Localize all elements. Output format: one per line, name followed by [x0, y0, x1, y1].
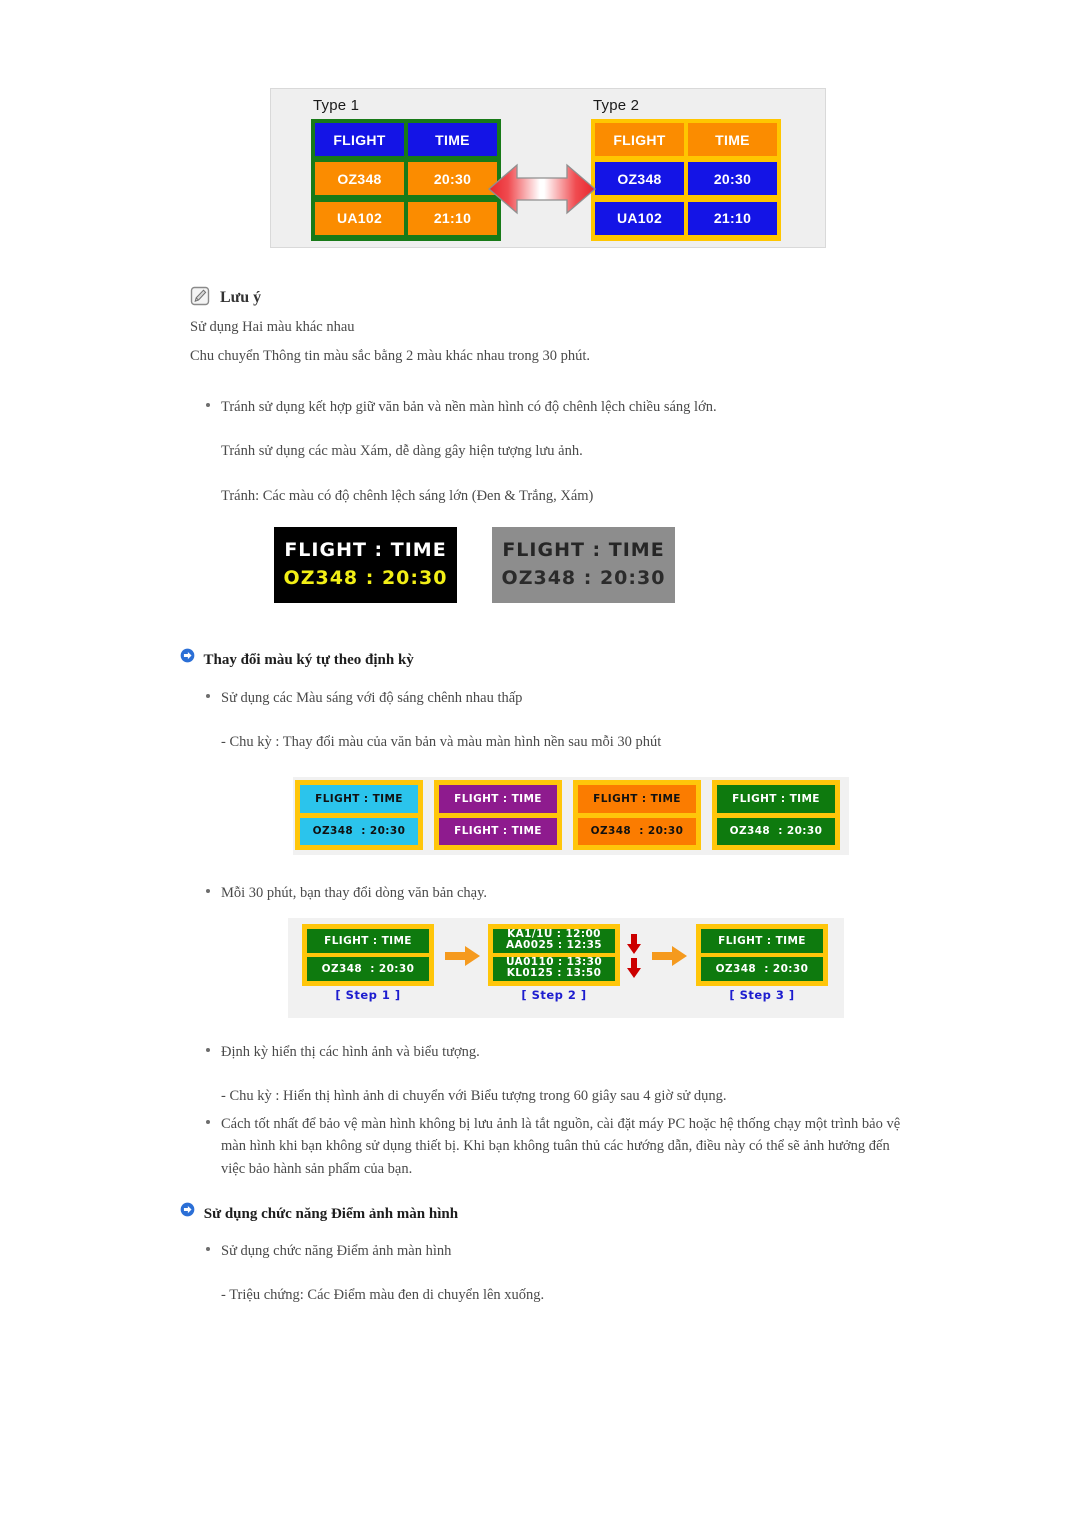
green-panel: FLIGHT : TIME OZ348 : 20:30: [712, 780, 840, 850]
type1-cell: 20:30: [408, 162, 497, 196]
section-periodic-head-row: Thay đổi màu ký tự theo định kỳ: [180, 648, 414, 669]
green-panel-line2: OZ348 : 20:30: [717, 817, 835, 845]
step2-line2-bottom: KL0125 : 13:50: [506, 967, 602, 979]
pixel-bullet-1-text: Sử dụng chức năng Điểm ảnh màn hình: [221, 1243, 452, 1259]
periodic-bullet-3-line: Định kỳ hiển thị các hình ảnh và biểu tư…: [206, 1041, 946, 1063]
step2-line2: UA0110 : 13:30 KL0125 : 13:50: [493, 957, 615, 981]
bullet-dot-icon: [206, 1048, 210, 1052]
step1-caption: [ Step 1 ]: [335, 988, 401, 1002]
type2-cell: FLIGHT: [595, 123, 684, 156]
red-down-arrows-icon: [627, 934, 641, 978]
orange-panel: FLIGHT : TIME OZ348 : 20:30: [573, 780, 701, 850]
step2-caption: [ Step 2 ]: [521, 988, 587, 1002]
gray-panel-line2: OZ348 : 20:30: [501, 567, 666, 589]
type1-cell: FLIGHT: [315, 123, 404, 156]
blue-arrow-bullet-icon: [180, 648, 195, 663]
orange-panel-line1: FLIGHT : TIME: [578, 785, 696, 813]
gray-panel: FLIGHT : TIME OZ348 : 20:30: [492, 527, 675, 603]
section-periodic-title: Thay đổi màu ký tự theo định kỳ: [203, 652, 414, 668]
avoid-bullet-row: Tránh sử dụng kết hợp giữ văn bản và nền…: [206, 396, 966, 418]
bullet-dot-icon: [206, 1120, 210, 1124]
black-panel: FLIGHT : TIME OZ348 : 20:30: [274, 527, 457, 603]
type2-board: FLIGHT TIME OZ348 20:30 UA102 21:10: [591, 119, 781, 241]
step2-line1-bottom: AA0025 : 12:35: [505, 939, 602, 951]
type1-label: Type 1: [313, 97, 360, 114]
cyan-panel: FLIGHT : TIME OZ348 : 20:30: [295, 780, 423, 850]
avoid-bullet-text: Tránh sử dụng kết hợp giữ văn bản và nền…: [221, 399, 717, 415]
green-panel-line1: FLIGHT : TIME: [717, 785, 835, 813]
note-title-row: Lưu ý: [190, 286, 590, 307]
periodic-bullet-4-line: Cách tốt nhất để bảo vệ màn hình không b…: [206, 1113, 912, 1180]
pixel-bullet-1-line: Sử dụng chức năng Điểm ảnh màn hình: [206, 1240, 966, 1262]
note-line-1: Sử dụng Hai màu khác nhau: [190, 319, 355, 335]
black-panel-line2: OZ348 : 20:30: [283, 567, 448, 589]
step3-caption: [ Step 3 ]: [729, 988, 795, 1002]
periodic-bullet-1-text: Sử dụng các Màu sáng với độ sáng chênh n…: [221, 690, 523, 706]
periodic-bullet-3-row: Định kỳ hiển thị các hình ảnh và biểu tư…: [206, 1041, 946, 1108]
avoid-section: Tránh sử dụng kết hợp giữ văn bản và nền…: [206, 396, 966, 507]
type1-cell: TIME: [408, 123, 497, 156]
periodic-bullet-2-line: Mỗi 30 phút, bạn thay đổi dòng văn bản c…: [206, 882, 966, 904]
type2-cell: 20:30: [688, 162, 777, 196]
type1-cell: OZ348: [315, 162, 404, 196]
double-arrow-red-icon: [488, 163, 596, 215]
note-block: Lưu ý Sử dụng Hai màu khác nhau Chu chuy…: [190, 286, 590, 368]
note-line-2: Chu chuyển Thông tin màu sắc bằng 2 màu …: [190, 348, 591, 365]
type2-cell: OZ348: [595, 162, 684, 196]
orange-arrow-right-icon-1: [445, 946, 480, 966]
periodic-bullet-2-row: Mỗi 30 phút, bạn thay đổi dòng văn bản c…: [206, 882, 966, 904]
note-pencil-icon: [190, 286, 210, 306]
purple-panel-line1: FLIGHT : TIME: [439, 785, 557, 813]
type1-board: FLIGHT TIME OZ348 20:30 UA102 21:10: [311, 119, 501, 241]
step3-board: FLIGHT : TIME OZ348 : 20:30: [696, 924, 828, 986]
step1-line1: FLIGHT : TIME: [307, 929, 429, 953]
purple-panel-line2: FLIGHT : TIME: [439, 817, 557, 845]
section-pixel-head-row: Sử dụng chức năng Điểm ảnh màn hình: [180, 1202, 458, 1223]
bullet-dot-icon: [206, 1247, 210, 1251]
manual-page: Type 1 Type 2 FLIGHT TIME OZ348 20:30 UA…: [0, 0, 1080, 1527]
pixel-bullet-1-row: Sử dụng chức năng Điểm ảnh màn hình - Tr…: [206, 1240, 966, 1307]
pixel-sub-1: - Triệu chứng: Các Điểm màu đen di chuyể…: [221, 1287, 545, 1304]
periodic-bullet-3-text: Định kỳ hiển thị các hình ảnh và biểu tư…: [221, 1044, 480, 1060]
cyan-panel-line1: FLIGHT : TIME: [300, 785, 418, 813]
step3-line2: OZ348 : 20:30: [701, 957, 823, 981]
type1-cell: UA102: [315, 201, 404, 235]
periodic-bullet-2-text: Mỗi 30 phút, bạn thay đổi dòng văn bản c…: [221, 885, 488, 901]
bullet-dot-icon: [206, 403, 210, 407]
step2-line1: KA1/1U : 12:00 AA0025 : 12:35: [493, 929, 615, 953]
avoid-sub-1: Tránh sử dụng các màu Xám, dễ dàng gây h…: [221, 443, 583, 460]
section-pixel-title: Sử dụng chức năng Điểm ảnh màn hình: [203, 1206, 459, 1222]
section-pixel-head: Sử dụng chức năng Điểm ảnh màn hình: [180, 1202, 458, 1223]
periodic-bullet-4-text: Cách tốt nhất để bảo vệ màn hình không b…: [221, 1116, 901, 1177]
type2-cell: 21:10: [688, 201, 777, 235]
gray-panel-line1: FLIGHT : TIME: [502, 539, 665, 562]
orange-arrow-right-icon-2: [652, 946, 687, 966]
periodic-bullet-1-line: Sử dụng các Màu sáng với độ sáng chênh n…: [206, 687, 966, 709]
periodic-bullet-4-row: Cách tốt nhất để bảo vệ màn hình không b…: [206, 1113, 912, 1180]
step2-board: KA1/1U : 12:00 AA0025 : 12:35 UA0110 : 1…: [488, 924, 620, 986]
periodic-sub-1: - Chu kỳ : Thay đổi màu của văn bản và m…: [221, 734, 662, 751]
type2-label: Type 2: [593, 97, 640, 114]
blue-arrow-bullet-icon: [180, 1202, 195, 1217]
periodic-sub-3: - Chu kỳ : Hiển thị hình ảnh di chuyển v…: [221, 1088, 727, 1105]
note-title: Lưu ý: [220, 289, 262, 306]
bullet-dot-icon: [206, 889, 210, 893]
type2-cell: TIME: [688, 123, 777, 156]
type1-cell: 21:10: [408, 201, 497, 235]
type2-cell: UA102: [595, 201, 684, 235]
contrast-panels-figure: FLIGHT : TIME OZ348 : 20:30 FLIGHT : TIM…: [274, 527, 834, 609]
step1-board: FLIGHT : TIME OZ348 : 20:30: [302, 924, 434, 986]
scrolling-steps-figure: FLIGHT : TIME OZ348 : 20:30 [ Step 1 ] K…: [288, 918, 844, 1018]
orange-panel-line2: OZ348 : 20:30: [578, 817, 696, 845]
purple-panel: FLIGHT : TIME FLIGHT : TIME: [434, 780, 562, 850]
bullet-dot-icon: [206, 694, 210, 698]
avoid-sub-2: Tránh: Các màu có độ chênh lệch sáng lớn…: [221, 487, 594, 504]
black-panel-line1: FLIGHT : TIME: [284, 539, 447, 562]
step1-line2: OZ348 : 20:30: [307, 957, 429, 981]
cyan-panel-line2: OZ348 : 20:30: [300, 817, 418, 845]
color-cycle-figure: FLIGHT : TIME OZ348 : 20:30 FLIGHT : TIM…: [293, 777, 849, 855]
section-periodic-head: Thay đổi màu ký tự theo định kỳ: [180, 648, 414, 669]
periodic-bullet-1-row: Sử dụng các Màu sáng với độ sáng chênh n…: [206, 687, 966, 754]
step3-line1: FLIGHT : TIME: [701, 929, 823, 953]
